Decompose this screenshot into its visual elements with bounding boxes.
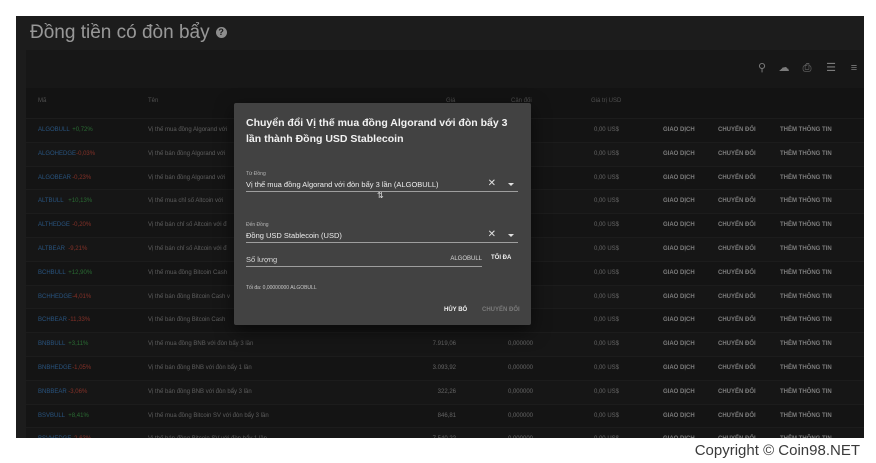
max-amount-note: Tối đa: 0,00000000 ALGOBULL [246,285,317,291]
swap-icon[interactable]: ⇅ [377,191,384,200]
max-button[interactable]: TỐI ĐA [491,255,511,261]
clear-from-icon[interactable]: ✕ [488,178,496,189]
to-coin-value: Đồng USD Stablecoin (USD) [246,231,342,240]
cancel-button[interactable]: HỦY BỎ [444,307,467,313]
convert-dialog: Chuyển đổi Vị thế mua đồng Algorand với … [234,103,531,325]
to-coin-select[interactable]: Đồng USD Stablecoin (USD) ✕ [246,229,518,243]
amount-placeholder: Số lượng [246,255,278,264]
convert-button[interactable]: CHUYỂN ĐỔI [482,307,520,313]
amount-input[interactable]: Số lượng ALGOBULL [246,253,482,267]
amount-unit: ALGOBULL [450,256,482,262]
dialog-title: Chuyển đổi Vị thế mua đồng Algorand với … [246,117,508,145]
app-frame: Đồng tiền có đòn bẩy? ⚲ ☁ ⎙ ☰ ≡ Mã Tên G… [16,16,864,438]
copyright-watermark: Copyright © Coin98.NET [694,442,860,459]
from-coin-value: Vị thế mua đồng Algorand với đòn bẩy 3 l… [246,180,439,189]
clear-to-icon[interactable]: ✕ [488,229,496,240]
from-coin-select[interactable]: Vị thế mua đồng Algorand với đòn bẩy 3 l… [246,178,518,192]
chevron-down-icon[interactable] [508,234,514,237]
to-coin-label: Đến Đồng [246,222,269,228]
from-coin-label: Từ Đồng [246,171,266,177]
chevron-down-icon[interactable] [508,183,514,186]
